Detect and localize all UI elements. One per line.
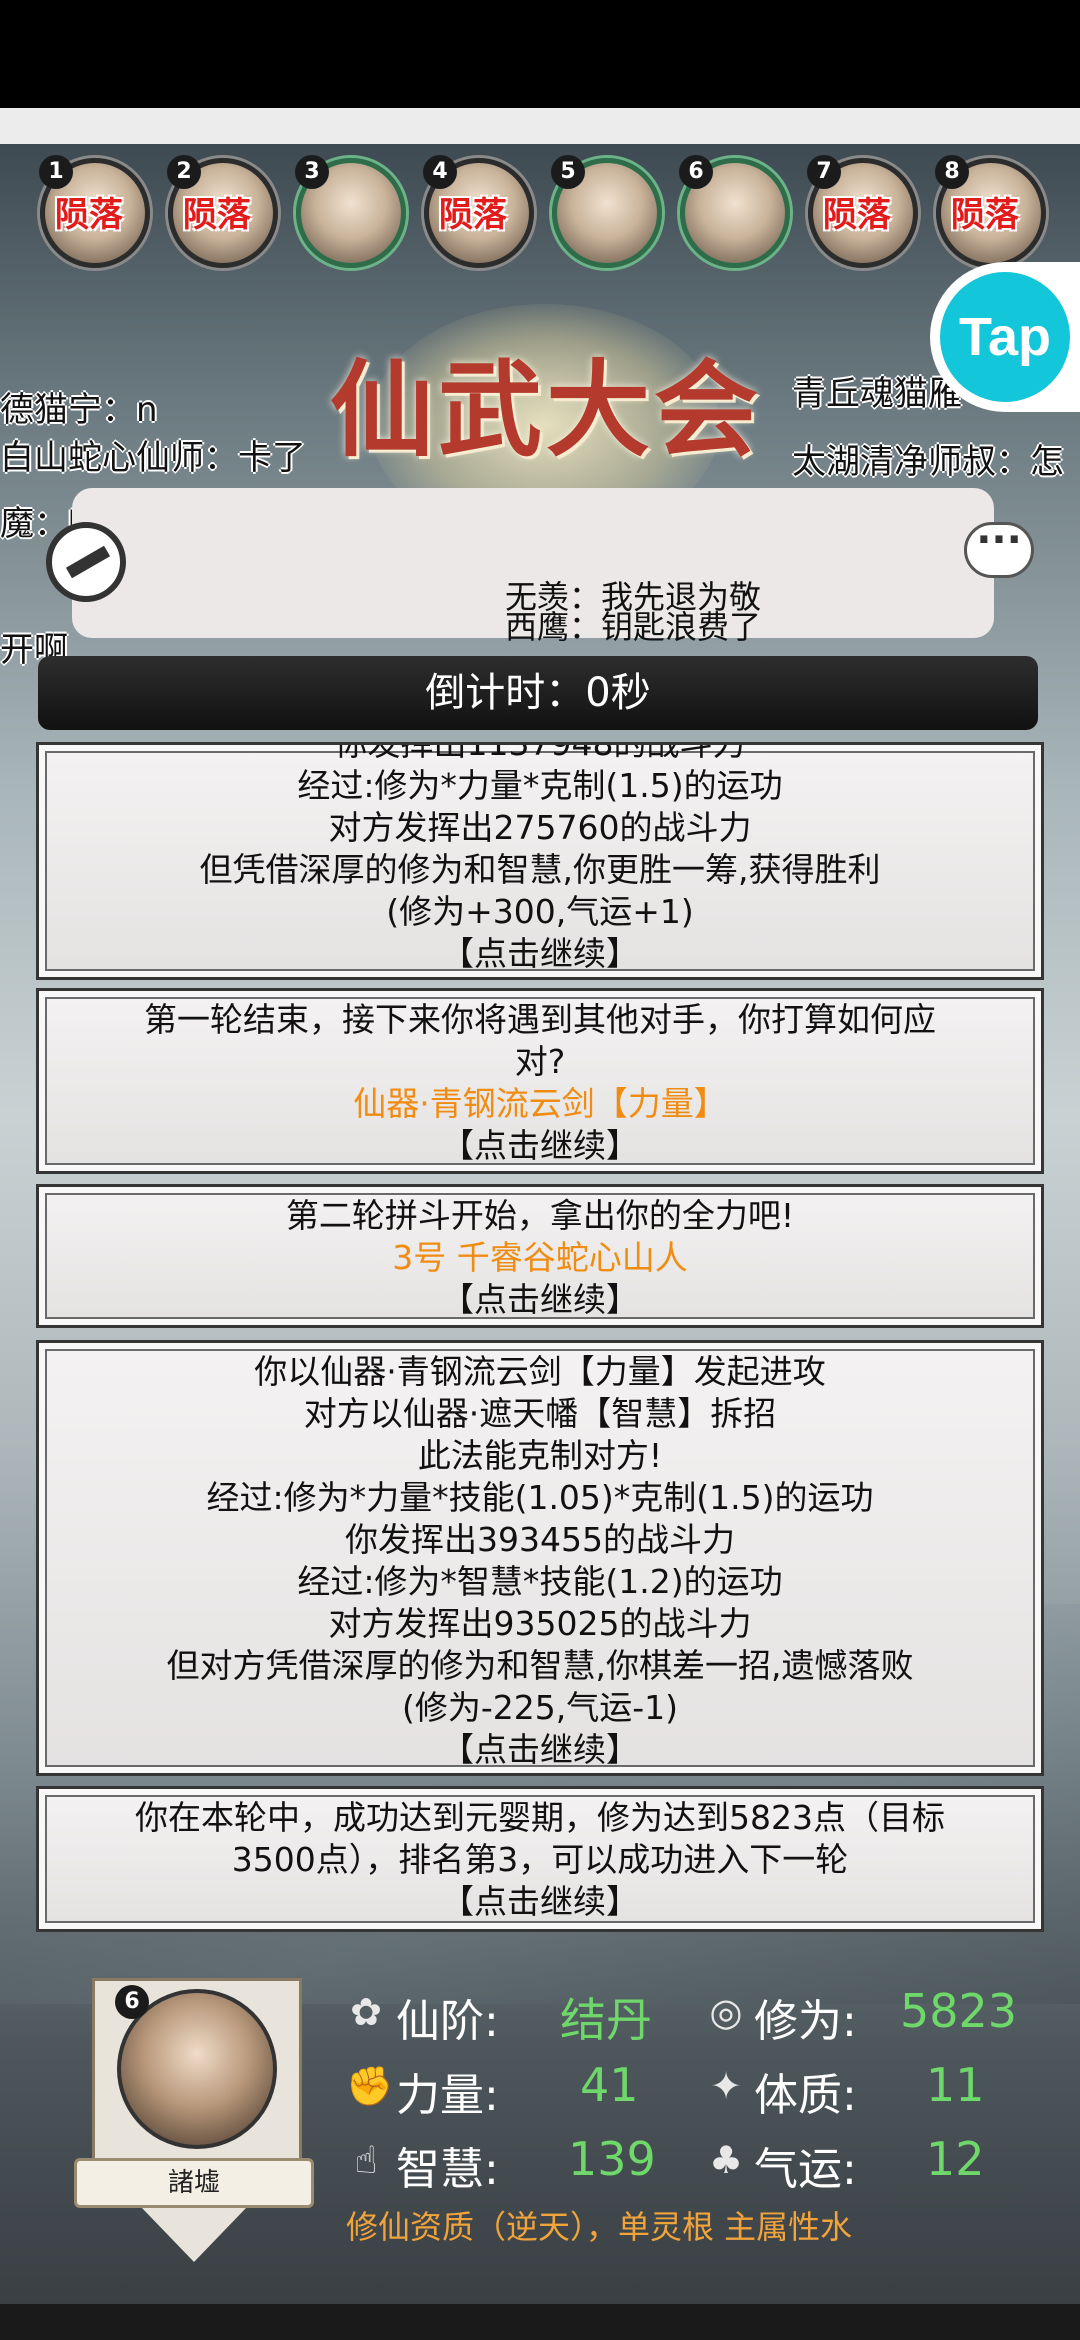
log-line: 对方发挥出275760的战斗力 <box>328 808 752 847</box>
log-line: (修为+300,气运+1) <box>386 892 694 931</box>
log-line: 你发挥出1137948的战斗力 <box>334 742 746 763</box>
wisdom-hand-icon: ☝ <box>354 2138 378 2182</box>
log-line: 经过:修为*智慧*技能(1.2)的运功 <box>297 1562 783 1601</box>
strength-value: 41 <box>580 2058 639 2112</box>
continue-prompt[interactable]: 【点击继续】 <box>39 933 1041 975</box>
player-portrait-frame[interactable]: 6 <box>92 1978 302 2178</box>
danmaku-comment: 德猫宁：n <box>0 390 158 430</box>
log-line: 但对方凭借深厚的修为和智慧,你棋差一招,遗憾落败 <box>166 1646 914 1685</box>
log-line: 对? <box>514 1042 566 1081</box>
player-avatar-7[interactable]: 7 陨落 <box>807 155 918 268</box>
cultivation-icon: ◎ <box>709 1990 743 2034</box>
battle-log-card[interactable]: 第一轮结束，接下来你将遇到其他对手，你打算如何应 对? 仙器·青钢流云剑【力量】… <box>36 988 1044 1174</box>
continue-prompt[interactable]: 【点击继续】 <box>39 1729 1041 1771</box>
player-avatar-4[interactable]: 4 陨落 <box>423 155 534 268</box>
rank-icon: ✿ <box>350 1990 382 2034</box>
fallen-label: 陨落 <box>439 195 507 235</box>
event-title: 仙武大会 <box>330 348 763 471</box>
continue-prompt[interactable]: 【点击继续】 <box>39 1125 1041 1167</box>
battle-log-card[interactable]: 你以仙器·青钢流云剑【力量】发起进攻 对方以仙器·遮天幡【智慧】拆招 此法能克制… <box>36 1340 1044 1776</box>
strength-label: 力量: <box>396 2070 499 2121</box>
fallen-label: 陨落 <box>823 195 891 235</box>
player-avatar-5[interactable]: 5 <box>551 155 662 268</box>
cultivation-label: 修为: <box>754 1996 857 2047</box>
log-line: (修为-225,气运-1) <box>401 1688 679 1727</box>
rank-label: 仙阶: <box>396 1996 499 2047</box>
log-line: 第一轮结束，接下来你将遇到其他对手，你打算如何应 <box>144 1000 936 1039</box>
log-line: 经过:修为*力量*克制(1.5)的运功 <box>297 766 783 805</box>
physique-value: 11 <box>926 2058 985 2112</box>
player-avatar-row: 1 陨落 2 陨落 3 4 陨落 5 6 7 陨落 8 陨落 <box>39 155 1060 278</box>
countdown-timer: 倒计时：0秒 <box>38 656 1038 730</box>
strength-fist-icon: ✊ <box>346 2064 394 2108</box>
player-avatar-2[interactable]: 2 陨落 <box>167 155 278 268</box>
weapon-choice: 仙器·青钢流云剑【力量】 <box>353 1084 727 1123</box>
player-number: 6 <box>115 1985 149 2019</box>
danmaku-comment: 白山蛇心仙师：卡了 <box>0 438 306 478</box>
chat-bubble-icon[interactable]: ··· <box>964 520 1034 578</box>
player-number: 1 <box>39 155 73 189</box>
wisdom-value: 139 <box>568 2132 656 2186</box>
taptap-floating-button[interactable]: Tap <box>930 262 1080 412</box>
player-avatar-6[interactable]: 6 <box>679 155 790 268</box>
log-line: 第二轮拼斗开始，拿出你的全力吧! <box>285 1196 795 1235</box>
wisdom-label: 智慧: <box>396 2144 499 2195</box>
player-number: 5 <box>551 155 585 189</box>
physique-label: 体质: <box>754 2070 857 2121</box>
log-line: 你以仙器·青钢流云剑【力量】发起进攻 <box>254 1352 826 1391</box>
log-line: 此法能克制对方! <box>417 1436 663 1475</box>
luck-clover-icon: ♣ <box>708 2138 744 2182</box>
physique-icon: ✦ <box>710 2064 742 2108</box>
aptitude-text: 修仙资质（逆天），单灵根 主属性水 <box>346 2208 853 2246</box>
continue-prompt[interactable]: 【点击继续】 <box>39 1881 1041 1923</box>
player-avatar-8[interactable]: 8 陨落 <box>935 155 1046 268</box>
cultivation-value: 5823 <box>900 1984 1018 2038</box>
fallen-label: 陨落 <box>183 195 251 235</box>
player-avatar-1[interactable]: 1 陨落 <box>39 155 150 268</box>
battle-log-card[interactable]: 第二轮拼斗开始，拿出你的全力吧! 3号 千睿谷蛇心山人 【点击继续】 <box>36 1184 1044 1328</box>
log-line: 但凭借深厚的修为和智慧,你更胜一筹,获得胜利 <box>199 850 881 889</box>
fallen-label: 陨落 <box>951 195 1019 235</box>
log-line: 对方以仙器·遮天幡【智慧】拆招 <box>303 1394 777 1433</box>
player-avatar-3[interactable]: 3 <box>295 155 406 268</box>
battle-log-card[interactable]: 你在本轮中，成功达到元婴期，修为达到5823点（目标 3500点），排名第3，可… <box>36 1786 1044 1932</box>
danmaku-comment: 太湖清净师叔：怎 <box>792 442 1064 482</box>
player-number: 8 <box>935 155 969 189</box>
rank-value: 结丹 <box>560 1993 652 2047</box>
chat-message: 西鹰：钥匙浪费了 <box>505 608 762 646</box>
continue-prompt[interactable]: 【点击继续】 <box>39 1279 1041 1321</box>
log-line: 对方发挥出935025的战斗力 <box>328 1604 752 1643</box>
opponent-name: 3号 千睿谷蛇心山人 <box>392 1238 688 1277</box>
danmaku-comment: 青丘魂猫雁 <box>792 374 962 414</box>
player-number: 6 <box>679 155 713 189</box>
battle-log-card[interactable]: 你发挥出1137948的战斗力 经过:修为*力量*克制(1.5)的运功 对方发挥… <box>36 742 1044 980</box>
taptap-logo-icon: Tap <box>940 272 1070 402</box>
player-number: 7 <box>807 155 841 189</box>
luck-value: 12 <box>926 2132 985 2186</box>
log-line: 经过:修为*力量*技能(1.05)*克制(1.5)的运功 <box>206 1478 874 1517</box>
player-number: 4 <box>423 155 457 189</box>
status-bar <box>0 0 1080 108</box>
log-line: 你发挥出393455的战斗力 <box>345 1520 735 1559</box>
player-name: 諸墟 <box>74 2158 314 2208</box>
navigation-bar <box>0 2304 1080 2340</box>
luck-label: 气运: <box>754 2144 857 2195</box>
fallen-label: 陨落 <box>55 195 123 235</box>
player-number: 2 <box>167 155 201 189</box>
chat-channel-logo-icon <box>46 522 126 602</box>
log-line: 你在本轮中，成功达到元婴期，修为达到5823点（目标 <box>135 1798 945 1837</box>
top-stripe <box>0 108 1080 144</box>
log-line: 3500点），排名第3，可以成功进入下一轮 <box>231 1840 849 1879</box>
player-number: 3 <box>295 155 329 189</box>
